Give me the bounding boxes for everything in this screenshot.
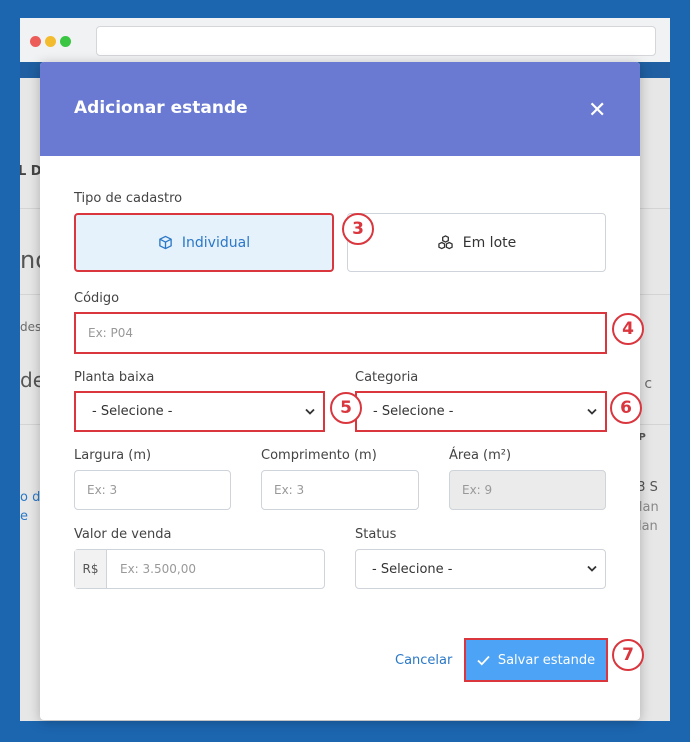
status-value: - Selecione - (372, 561, 453, 577)
area-placeholder: Ex: 9 (462, 483, 493, 497)
cube-icon (159, 235, 172, 250)
annotation-badge: 4 (612, 313, 644, 345)
code-placeholder: Ex: P04 (88, 326, 134, 340)
area-label: Área (m²) (449, 448, 512, 463)
bg-fragment: des (20, 320, 42, 334)
code-input[interactable]: Ex: P04 (74, 312, 607, 354)
annotation-badge: 7 (612, 639, 644, 671)
sale-value-input[interactable]: R$ Ex: 3.500,00 (74, 549, 325, 589)
chevron-down-icon (305, 408, 315, 415)
sale-value-label: Valor de venda (74, 527, 172, 542)
individual-option-label: Individual (181, 234, 251, 251)
currency-prefix: R$ (75, 550, 107, 588)
length-label: Comprimento (m) (261, 448, 377, 463)
category-value: - Selecione - (373, 404, 454, 419)
address-bar[interactable] (96, 26, 656, 56)
minimize-window-dot[interactable] (45, 36, 56, 47)
code-label: Código (74, 291, 120, 306)
category-label: Categoria (355, 370, 419, 385)
area-input: Ex: 9 (449, 470, 606, 510)
floor-plan-select[interactable]: - Selecione - (74, 391, 325, 432)
close-window-dot[interactable] (30, 36, 41, 47)
bg-fragment: e (20, 509, 28, 524)
batch-option-label: Em lote (462, 234, 517, 251)
cancel-button[interactable]: Cancelar (395, 653, 452, 668)
width-placeholder: Ex: 3 (87, 483, 118, 497)
check-icon (477, 655, 490, 665)
annotation-badge: 5 (330, 392, 362, 424)
modal-title: Adicionar estande (74, 98, 248, 118)
annotation-badge: 6 (610, 392, 642, 424)
browser-chrome (20, 18, 670, 62)
chevron-down-icon (587, 565, 597, 572)
status-select[interactable]: - Selecione - (355, 549, 606, 589)
width-input[interactable]: Ex: 3 (74, 470, 231, 510)
close-icon[interactable]: ✕ (588, 100, 606, 122)
modal-header: Adicionar estande ✕ (40, 62, 640, 156)
save-stand-label: Salvar estande (497, 652, 596, 668)
width-label: Largura (m) (74, 448, 152, 463)
bg-fragment: o d (20, 490, 41, 505)
annotation-badge: 3 (342, 213, 374, 245)
length-input[interactable]: Ex: 3 (261, 470, 419, 510)
sale-value-placeholder: Ex: 3.500,00 (120, 562, 196, 576)
length-placeholder: Ex: 3 (274, 483, 305, 497)
floor-plan-value: - Selecione - (92, 404, 173, 419)
category-select[interactable]: - Selecione - (355, 391, 607, 432)
save-stand-button[interactable]: Salvar estande (464, 638, 608, 682)
floor-plan-label: Planta baixa (74, 370, 155, 385)
chevron-down-icon (587, 408, 597, 415)
batch-option-button[interactable]: Em lote (347, 213, 606, 272)
registration-type-label: Tipo de cadastro (74, 191, 183, 206)
status-label: Status (355, 527, 397, 542)
maximize-window-dot[interactable] (60, 36, 71, 47)
individual-option-button[interactable]: Individual (74, 213, 334, 272)
cubes-icon (438, 235, 453, 250)
add-stand-modal: Adicionar estande ✕ Tipo de cadastro Ind… (40, 62, 640, 720)
